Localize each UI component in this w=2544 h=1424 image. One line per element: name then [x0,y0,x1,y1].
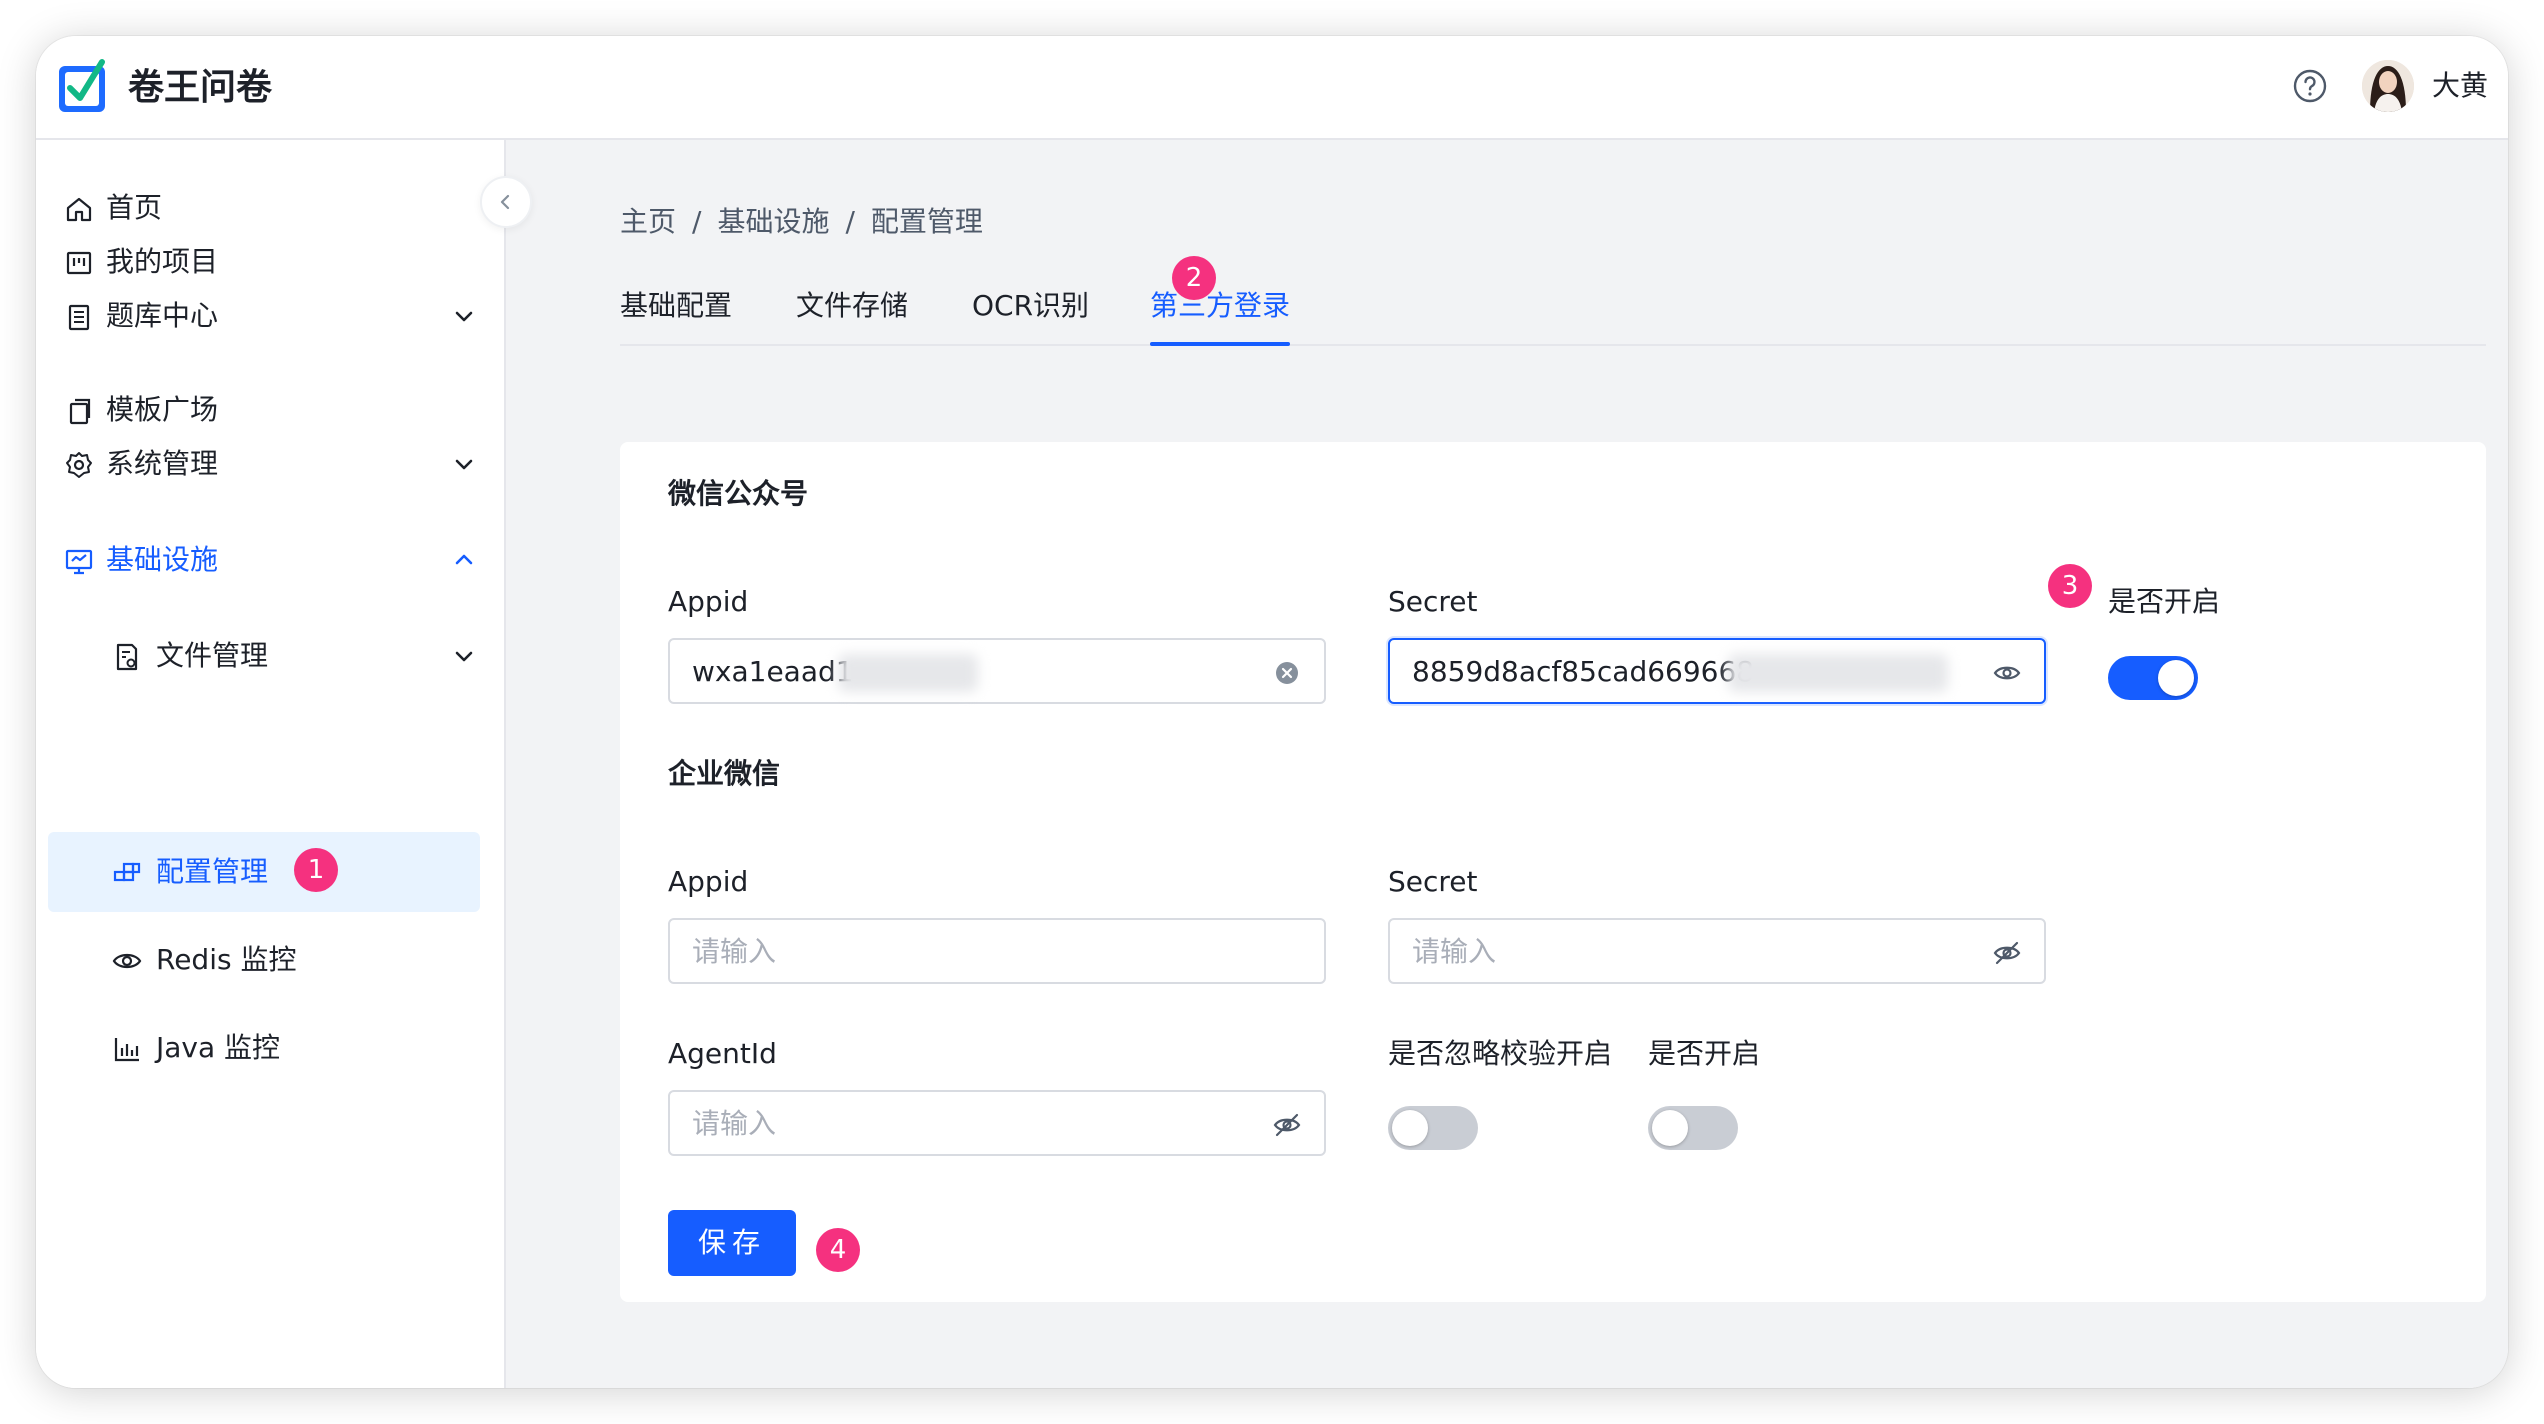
project-icon [66,251,92,275]
sidebar: 首页 我的项目 题库中心 模板广场 系统管理 基础设施 文件管理 配置管理 Re… [36,140,506,1388]
wecom-appid-label: Appid [668,865,749,898]
wechat-secret-value: 8859d8acf85cad669668 [1412,655,1755,688]
chevron-down-icon [455,651,473,662]
wecom-agentid-placeholder: 请输入 [692,1107,777,1140]
eye-off-icon[interactable] [1272,1110,1302,1140]
breadcrumb-item-home[interactable]: 主页 [620,205,676,238]
file-settings-icon [116,643,138,671]
breadcrumb-item-infrastructure[interactable]: 基础设施 [717,205,829,238]
sidebar-item-label: 配置管理 [156,855,269,888]
redacted-mask [1728,654,1948,692]
config-icon [113,862,141,882]
section-title-wechat-mp: 微信公众号 [668,477,809,510]
wecom-ignore-verify-label: 是否忽略校验开启 [1388,1037,1613,1070]
app-title: 卷王问卷 [128,67,273,108]
question-circle-icon[interactable] [2292,68,2328,104]
eye-off-icon[interactable] [1992,938,2022,968]
login-config-card: 微信公众号 Appid wxa1eaad1 Secret 8859d8acf85… [620,442,2486,1302]
sidebar-item-label: 系统管理 [106,447,219,480]
wecom-ignore-verify-switch[interactable] [1388,1106,1478,1150]
wechat-appid-label: Appid [668,585,749,618]
tab-ocr[interactable]: OCR识别 [972,286,1089,326]
annotation-badge-1: 1 [294,848,338,892]
annotation-badge-2: 2 [1172,256,1216,300]
wecom-appid-input[interactable]: 请输入 [668,918,1326,984]
switch-knob [1652,1110,1688,1146]
wechat-secret-label: Secret [1388,585,1478,618]
chevron-down-icon [455,459,473,470]
wechat-appid-value: wxa1eaad1 [692,655,854,688]
sidebar-item-label: Redis 监控 [156,943,297,976]
tab-file-storage[interactable]: 文件存储 [796,286,908,326]
tab-bar: 基础配置 文件存储 OCR识别 第三方登录 [620,266,2486,346]
wecom-agentid-input[interactable]: 请输入 [668,1090,1326,1156]
tab-basic-config[interactable]: 基础配置 [620,286,732,326]
wecom-secret-label: Secret [1388,865,1478,898]
sidebar-item-label: 基础设施 [106,543,219,576]
sidebar-item-java-monitor[interactable]: Java 监控 [48,1008,480,1088]
annotation-badge-3: 3 [2048,564,2092,608]
sidebar-item-system[interactable]: 系统管理 [48,424,480,504]
sidebar-item-label: Java 监控 [156,1031,281,1064]
switch-knob [2158,660,2194,696]
section-title-wecom: 企业微信 [668,757,781,790]
bar-chart-icon [114,1038,139,1062]
wecom-appid-placeholder: 请输入 [692,935,777,968]
sidebar-item-file-management[interactable]: 文件管理 [48,616,480,696]
wecom-secret-input[interactable]: 请输入 [1388,918,2046,984]
wecom-secret-placeholder: 请输入 [1412,935,1497,968]
wechat-enable-switch[interactable] [2108,656,2198,700]
sidebar-item-config-management[interactable]: 配置管理 [48,832,480,912]
save-button[interactable]: 保存 [668,1210,796,1276]
wecom-enable-label: 是否开启 [1648,1037,1761,1070]
user-name[interactable]: 大黄 [2432,68,2488,104]
chevron-down-icon [455,311,473,322]
home-icon [66,197,92,222]
wechat-enable-label: 是否开启 [2108,585,2221,618]
monitor-icon [65,549,93,575]
tab-third-party-login[interactable]: 第三方登录 [1150,286,1290,326]
sidebar-collapse-button[interactable] [480,176,532,228]
breadcrumb: 主页 / 基础设施 / 配置管理 [620,205,983,238]
app-logo-icon[interactable] [56,58,110,114]
template-icon [69,398,91,425]
wecom-agentid-label: AgentId [668,1037,777,1070]
sidebar-item-infrastructure[interactable]: 基础设施 [48,520,480,600]
chevron-up-icon [455,554,473,565]
clear-icon[interactable] [1272,658,1302,688]
main-content: 主页 / 基础设施 / 配置管理 基础配置 文件存储 OCR识别 第三方登录 2 微信公… [506,140,2508,1388]
active-tab-indicator [1150,342,1290,346]
eye-icon [112,953,142,969]
book-icon [68,304,90,331]
gear-icon [66,452,92,478]
wechat-secret-input[interactable]: 8859d8acf85cad669668 [1388,638,2046,704]
redacted-mask [838,654,978,692]
app-window: 卷王问卷 大黄 首页 我的项目 题库中心 模板广场 系统管理 基础设施 文件管理… [36,36,2508,1388]
annotation-badge-4: 4 [816,1228,860,1272]
wecom-enable-switch[interactable] [1648,1106,1738,1150]
sidebar-item-label: 题库中心 [106,299,219,332]
breadcrumb-item-current: 配置管理 [870,205,983,238]
user-avatar[interactable] [2362,60,2414,112]
switch-knob [1392,1110,1428,1146]
sidebar-item-label: 文件管理 [156,639,269,672]
sidebar-item-redis-monitor[interactable]: Redis 监控 [48,920,480,1000]
eye-icon[interactable] [1992,658,2022,688]
chevron-left-icon [500,194,510,210]
top-header: 卷王问卷 大黄 [36,36,2508,140]
sidebar-item-question-bank[interactable]: 题库中心 [48,276,480,356]
wechat-appid-input[interactable]: wxa1eaad1 [668,638,1326,704]
